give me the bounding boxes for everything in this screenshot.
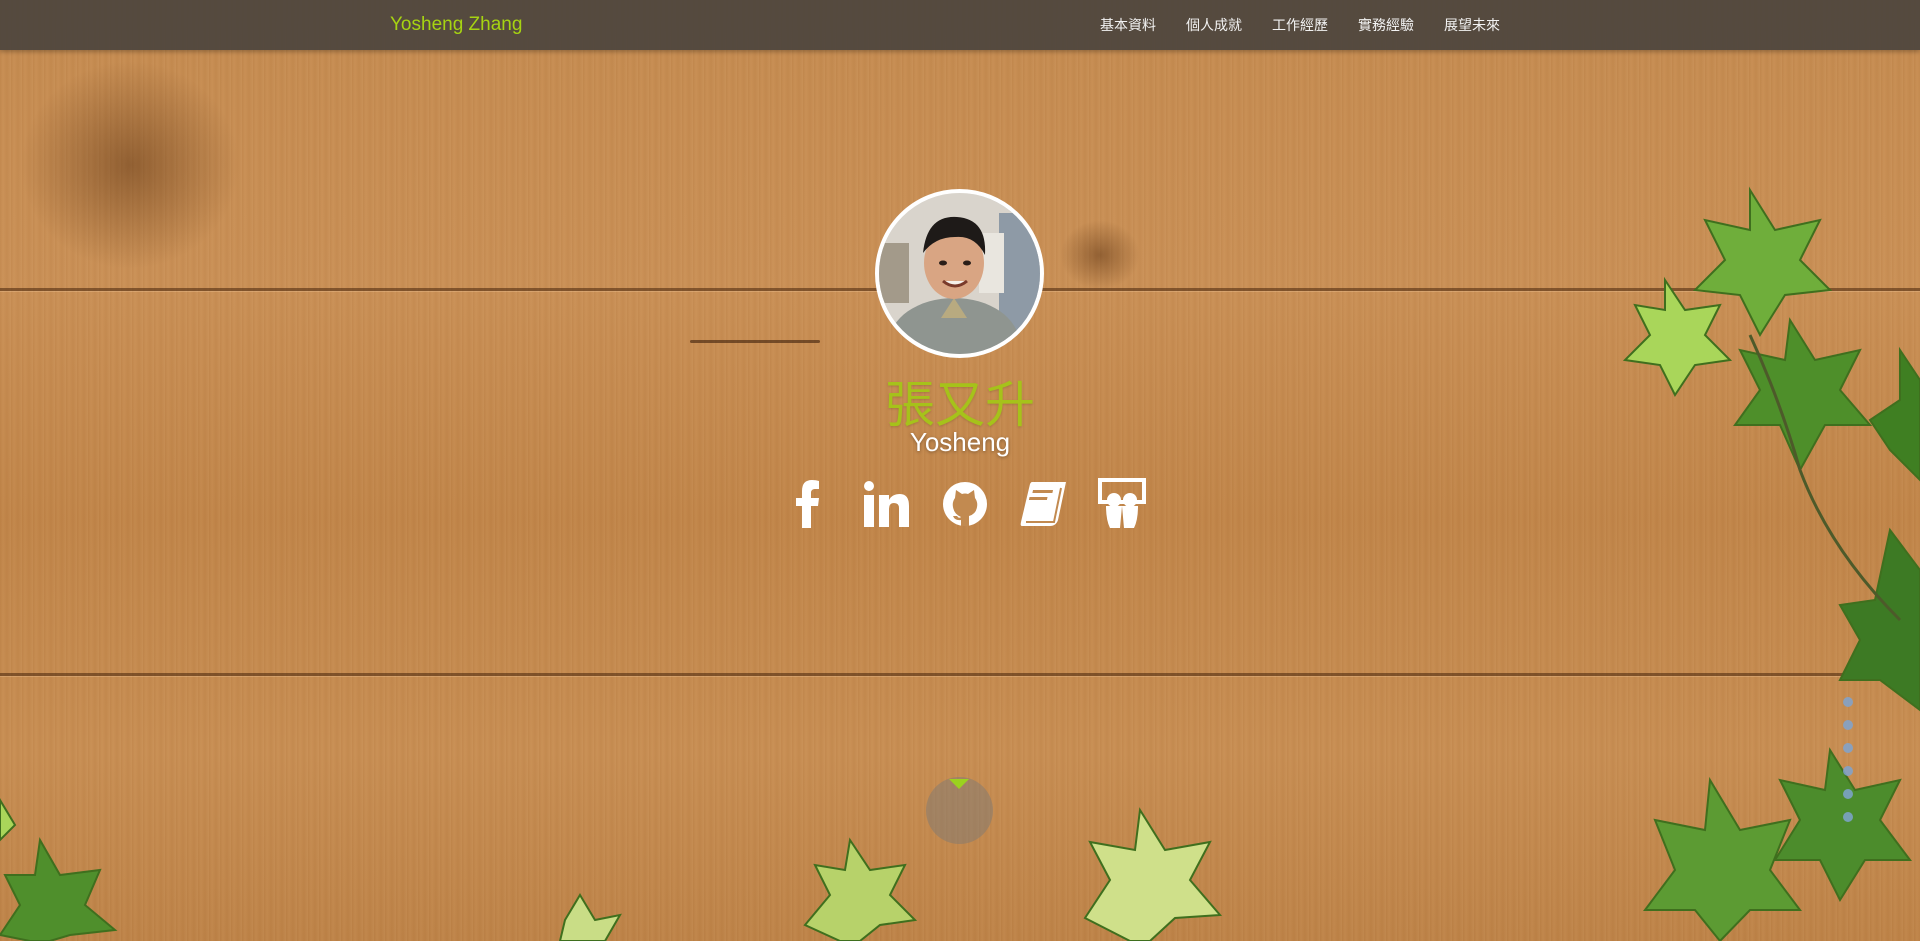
slideshare-link[interactable] <box>1094 476 1150 532</box>
slideshare-icon <box>1098 478 1146 528</box>
nav-item-basic-info[interactable]: 基本資料 <box>1100 15 1156 35</box>
section-dot-1[interactable] <box>1843 697 1853 707</box>
github-link[interactable] <box>937 476 993 532</box>
profile-name-english: Yosheng <box>909 427 1011 457</box>
wood-crack <box>690 340 820 343</box>
nav-item-work-experience[interactable]: 工作經歷 <box>1272 15 1328 35</box>
top-navbar: Yosheng Zhang 基本資料 個人成就 工作經歷 實務經驗 展望未來 <box>0 0 1920 50</box>
nav-item-future-outlook[interactable]: 展望未來 <box>1444 15 1500 35</box>
brand-link[interactable]: Yosheng Zhang <box>390 14 522 36</box>
section-dot-4[interactable] <box>1843 766 1853 776</box>
github-icon <box>943 482 987 526</box>
nav-item-practical-experience[interactable]: 實務經驗 <box>1358 15 1414 35</box>
wood-knot <box>1060 220 1140 290</box>
arrow-down-icon <box>949 779 969 789</box>
section-dots-nav <box>1843 697 1855 835</box>
book-link[interactable] <box>1016 476 1072 532</box>
profile-avatar <box>875 189 1044 358</box>
nav-menu: 基本資料 個人成就 工作經歷 實務經驗 展望未來 <box>1100 0 1530 50</box>
profile-photo-icon <box>879 193 1040 354</box>
social-links <box>780 476 1146 532</box>
linkedin-link[interactable] <box>858 476 914 532</box>
section-dot-3[interactable] <box>1843 743 1853 753</box>
section-dot-5[interactable] <box>1843 789 1853 799</box>
section-dot-2[interactable] <box>1843 720 1853 730</box>
ivy-leaves-bottom <box>0 798 1223 941</box>
wood-knot <box>20 60 240 270</box>
nav-item-achievements[interactable]: 個人成就 <box>1186 15 1242 35</box>
facebook-icon <box>796 480 819 528</box>
facebook-link[interactable] <box>780 476 836 532</box>
ivy-leaves-right <box>1622 186 1920 941</box>
section-dot-6[interactable] <box>1843 812 1853 822</box>
linkedin-icon <box>864 481 909 527</box>
book-icon <box>1020 482 1066 526</box>
